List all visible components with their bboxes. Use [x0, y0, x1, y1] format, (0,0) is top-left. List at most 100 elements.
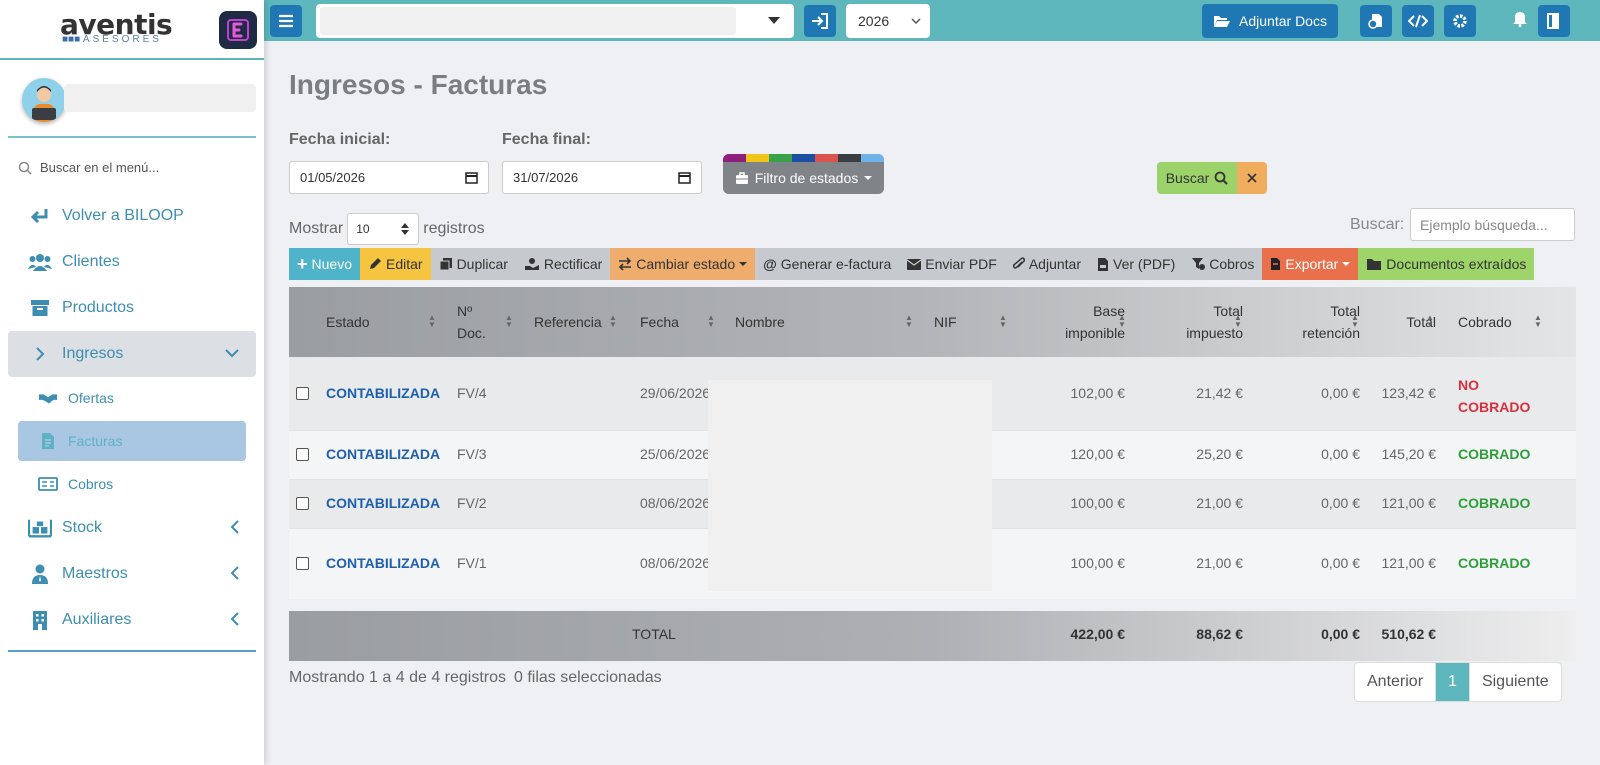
header-ndoc[interactable]: Nº Doc. — [457, 300, 486, 344]
clear-filters-button[interactable] — [1237, 162, 1267, 194]
sort-icon[interactable]: ▲ ▼ — [999, 314, 1007, 329]
sidebar-item-volver[interactable]: Volver a BILOOP — [8, 193, 256, 239]
editar-button[interactable]: Editar — [359, 248, 431, 280]
header-base-imponible[interactable]: Base imponible — [1029, 300, 1125, 344]
sidebar-item-ingresos[interactable]: Ingresos — [8, 331, 256, 377]
building-icon — [28, 609, 52, 631]
app-logo-icon[interactable] — [219, 11, 257, 49]
exportar-button[interactable]: Exportar — [1262, 248, 1359, 280]
row-checkbox[interactable] — [296, 387, 309, 400]
company-select[interactable] — [316, 4, 794, 38]
briefcase-icon — [735, 171, 748, 184]
cobros-button[interactable]: Cobros — [1183, 248, 1263, 280]
sort-icon[interactable]: ▲ ▼ — [1351, 314, 1359, 329]
menu-search[interactable]: Buscar en el menú... — [18, 160, 159, 175]
code-button[interactable] — [1402, 5, 1434, 37]
sidebar-item-productos[interactable]: Productos — [8, 285, 256, 331]
user-tie-icon — [28, 563, 52, 585]
header-nif[interactable]: NIF — [934, 311, 957, 333]
header-cobrado[interactable]: Cobrado — [1458, 311, 1512, 333]
sort-icon[interactable]: ▲ ▼ — [609, 314, 617, 329]
sort-icon[interactable]: ▲ ▼ — [1534, 314, 1542, 329]
page-length-select[interactable]: 10 — [347, 213, 420, 245]
adjuntar-button[interactable]: Adjuntar — [1004, 248, 1089, 280]
base-cell: 100,00 € — [1070, 495, 1126, 511]
table-search-input[interactable]: Ejemplo búsqueda... — [1410, 208, 1575, 241]
row-checkbox[interactable] — [296, 497, 309, 510]
filtro-estados-button[interactable]: Filtro de estados — [723, 154, 884, 194]
sidebar-item-auxiliares[interactable]: Auxiliares — [8, 597, 256, 643]
users-icon — [28, 251, 52, 273]
estado-cell[interactable]: CONTABILIZADA — [326, 555, 440, 571]
sort-icon[interactable]: ▲ ▼ — [1426, 314, 1434, 329]
sort-icon[interactable]: ▲ ▼ — [1234, 314, 1242, 329]
impuesto-cell: 21,42 € — [1196, 385, 1243, 401]
sort-icon[interactable]: ▲ ▼ — [505, 314, 513, 329]
sidebar-item-label: Ofertas — [68, 390, 114, 406]
notifications-button[interactable] — [1512, 9, 1528, 32]
page-title: Ingresos - Facturas — [289, 69, 548, 100]
sidebar-item-cobros[interactable]: Cobros — [8, 463, 256, 505]
buscar-button[interactable]: Buscar — [1157, 162, 1237, 194]
sidebar-item-ofertas[interactable]: Ofertas — [8, 377, 256, 419]
sidebar-item-label: Ingresos — [62, 345, 124, 362]
fecha-final-label: Fecha final: — [502, 131, 591, 148]
header-fecha[interactable]: Fecha — [640, 311, 679, 333]
documents-button[interactable] — [1360, 5, 1392, 37]
retencion-cell: 0,00 € — [1321, 555, 1360, 571]
cambiar-estado-button[interactable]: Cambiar estado — [610, 248, 756, 280]
row-checkbox[interactable] — [296, 557, 309, 570]
user-name — [64, 84, 256, 112]
header-total-impuesto[interactable]: Total impuesto — [1147, 300, 1243, 344]
documentos-extraidos-button[interactable]: Documentos extraídos — [1358, 248, 1535, 280]
close-icon — [1247, 173, 1257, 183]
row-checkbox[interactable] — [296, 448, 309, 461]
header-nombre[interactable]: Nombre — [735, 311, 785, 333]
year-select[interactable]: 2026 — [846, 4, 930, 38]
header-estado[interactable]: Estado — [326, 311, 370, 333]
adjuntar-docs-button[interactable]: Adjuntar Docs — [1202, 4, 1338, 38]
settings-button[interactable] — [1444, 5, 1476, 37]
estado-color-stripes — [723, 154, 884, 162]
calendar-icon[interactable] — [465, 171, 478, 187]
sidebar-item-maestros[interactable]: Maestros — [8, 551, 256, 597]
sidebar-item-clientes[interactable]: Clientes — [8, 239, 256, 285]
ver-pdf-button[interactable]: Ver (PDF) — [1089, 248, 1184, 280]
year-value: 2026 — [858, 13, 890, 29]
fecha-inicial-input[interactable]: 01/05/2026 — [289, 161, 489, 194]
duplicar-button[interactable]: Duplicar — [430, 248, 516, 280]
enviar-pdf-button[interactable]: Enviar PDF — [899, 248, 1005, 280]
estado-cell[interactable]: CONTABILIZADA — [326, 446, 440, 462]
avatar[interactable] — [22, 78, 66, 122]
folder-icon — [1367, 258, 1382, 270]
caret-down-icon — [1342, 262, 1351, 266]
header-referencia[interactable]: Referencia — [534, 311, 602, 333]
fecha-cell: 08/06/2026 — [640, 495, 711, 511]
header-total-retencion[interactable]: Total retención — [1264, 300, 1360, 344]
nuevo-button[interactable]: + Nuevo — [289, 248, 360, 280]
menu-toggle-button[interactable] — [270, 5, 302, 37]
pagination-page-1[interactable]: 1 — [1435, 663, 1469, 701]
sort-icon[interactable]: ▲ ▼ — [905, 314, 913, 329]
sidebar-item-stock[interactable]: Stock — [8, 505, 256, 551]
chevron-left-icon — [230, 565, 240, 586]
logout-button[interactable] — [1538, 5, 1570, 37]
sort-icon[interactable]: ▲ ▼ — [428, 314, 436, 329]
sidebar-item-facturas[interactable]: Facturas — [18, 421, 246, 461]
sort-icon[interactable]: ▲ ▼ — [1118, 314, 1126, 329]
fecha-final-input[interactable]: 31/07/2026 — [502, 161, 702, 194]
generar-efactura-button[interactable]: @ Generar e-factura — [755, 248, 900, 280]
rectificar-button[interactable]: Rectificar — [515, 248, 611, 280]
pencil-icon — [369, 258, 381, 269]
calendar-icon[interactable] — [678, 171, 691, 187]
pagination-next[interactable]: Siguiente — [1468, 663, 1561, 701]
hamburger-icon — [279, 14, 293, 28]
sort-icon[interactable]: ▲ ▼ — [707, 314, 715, 329]
ndoc-cell: FV/4 — [457, 385, 487, 401]
search-icon — [1214, 171, 1228, 185]
estado-cell[interactable]: CONTABILIZADA — [326, 495, 440, 511]
estado-cell[interactable]: CONTABILIZADA — [326, 385, 440, 401]
pagination-previous[interactable]: Anterior — [1355, 663, 1435, 701]
estado-color-swatch — [769, 154, 792, 162]
enter-company-button[interactable] — [804, 5, 836, 37]
